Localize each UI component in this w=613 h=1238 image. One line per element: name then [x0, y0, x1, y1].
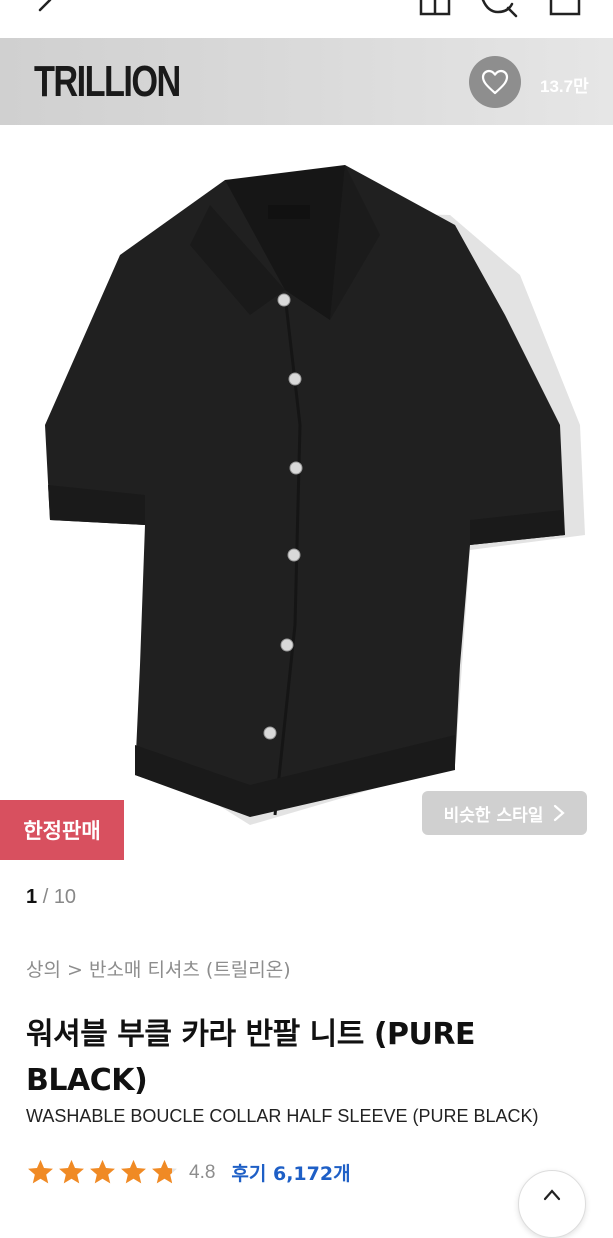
rating-row: 4.8 후기 6,172개: [26, 1158, 351, 1187]
star-rating: [26, 1158, 179, 1187]
top-navigation-bar: [0, 0, 613, 38]
chevron-up-icon: [543, 1189, 561, 1201]
product-title-korean: 워셔블 부클 카라 반팔 니트 (PURE BLACK): [26, 1017, 475, 1098]
home-icon[interactable]: [415, 0, 455, 20]
star-icon: [152, 1159, 177, 1184]
star-icon: [59, 1159, 84, 1184]
image-counter: 1 / 10: [26, 886, 76, 909]
rating-value: 4.8: [189, 1161, 216, 1183]
chevron-right-icon: [554, 804, 566, 822]
similar-style-button[interactable]: 비슷한 스타일: [422, 791, 587, 835]
brand-bar: TRILLION: [0, 38, 613, 125]
heart-icon: [481, 69, 509, 95]
similar-style-label: 비슷한 스타일: [443, 805, 544, 826]
like-count: 13.7만: [540, 77, 589, 96]
image-counter-total: 10: [53, 886, 77, 908]
back-icon[interactable]: [28, 0, 68, 20]
product-title-english: WASHABLE BOUCLE COLLAR HALF SLEEVE (PURE…: [26, 1106, 539, 1126]
category-breadcrumb[interactable]: 상의 > 반소매 티셔츠 (트릴리온): [26, 955, 291, 982]
scroll-to-top-button[interactable]: [518, 1170, 586, 1238]
product-image[interactable]: [0, 125, 613, 860]
like-button[interactable]: [469, 56, 521, 108]
shopping-bag-icon[interactable]: [545, 0, 585, 20]
limited-sale-badge: 한정판매: [0, 800, 124, 860]
brand-logo[interactable]: TRILLION: [34, 56, 181, 108]
search-icon[interactable]: [478, 0, 518, 20]
star-icon: [121, 1159, 146, 1184]
image-counter-current: 1: [26, 886, 38, 908]
image-counter-separator: /: [42, 886, 49, 908]
review-count-link[interactable]: 후기 6,172개: [231, 1159, 350, 1186]
star-icon: [28, 1159, 53, 1184]
star-icon: [90, 1159, 115, 1184]
